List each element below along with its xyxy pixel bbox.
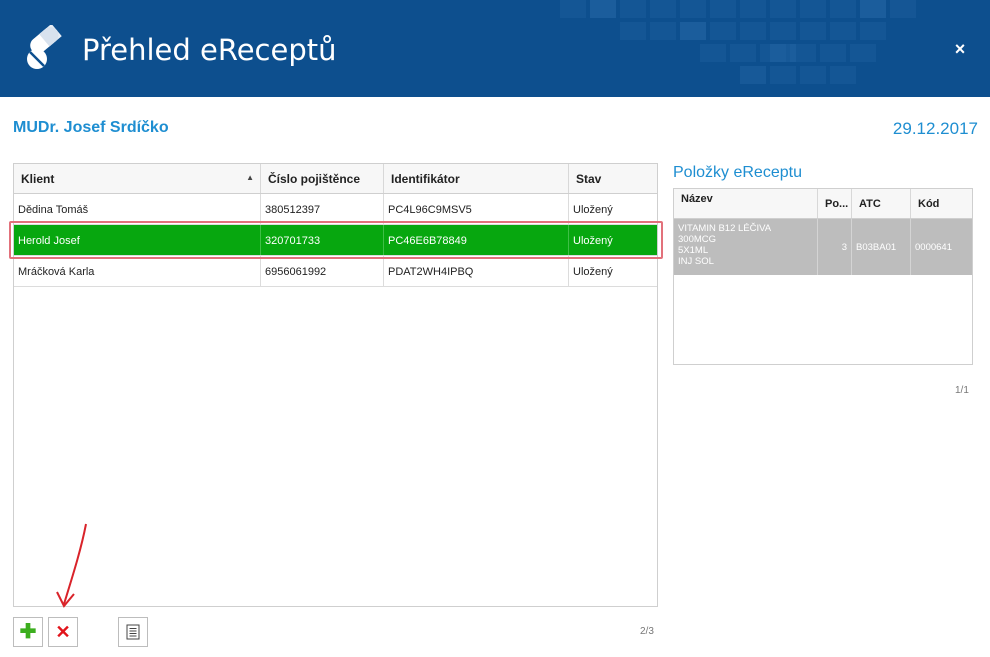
cell-status: Uložený	[573, 266, 613, 278]
column-header-identifier[interactable]: Identifikátor	[384, 164, 569, 193]
doctor-name: MUDr. Josef Srdíčko	[13, 119, 169, 136]
close-icon[interactable]: ×	[949, 38, 971, 60]
column-label: Číslo pojištěnce	[268, 172, 361, 186]
items-table-header: Název Po... ATC Kód	[674, 189, 972, 219]
document-icon	[126, 624, 140, 640]
plus-icon: ✚	[19, 621, 37, 643]
column-header-code[interactable]: Kód	[911, 189, 972, 218]
column-label: Identifikátor	[391, 172, 460, 186]
table-row-selected[interactable]: Herold Josef 320701733 PC46E6B78849 Ulož…	[14, 225, 657, 256]
drug-name-line: VITAMIN B12 LÉČIVA	[678, 223, 772, 234]
column-label: Klient	[21, 172, 55, 186]
column-header-count[interactable]: Po...	[818, 189, 852, 218]
column-header-atc[interactable]: ATC	[852, 189, 911, 218]
add-button[interactable]: ✚	[13, 617, 43, 647]
cell-insurance-no: 320701733	[261, 225, 384, 255]
drug-name-line: INJ SOL	[678, 256, 714, 267]
cell-identifier: PDAT2WH4IPBQ	[384, 256, 569, 286]
prescriptions-table: Klient ▲ Číslo pojištěnce Identifikátor …	[13, 163, 658, 607]
drug-name-line: 300MCG	[678, 234, 717, 245]
cell-count: 3	[818, 219, 852, 275]
cell-identifier: PC46E6B78849	[384, 225, 569, 255]
delete-button[interactable]: ✕	[48, 617, 78, 647]
column-header-client[interactable]: Klient ▲	[14, 164, 261, 193]
drug-name-line: 5X1ML	[678, 245, 709, 256]
dialog-title: Přehled eReceptů	[82, 33, 337, 67]
cell-drug-name: VITAMIN B12 LÉČIVA 300MCG 5X1ML INJ SOL	[674, 219, 818, 275]
sort-ascending-icon: ▲	[246, 173, 254, 182]
column-label: Stav	[576, 172, 602, 186]
items-table-row[interactable]: VITAMIN B12 LÉČIVA 300MCG 5X1ML INJ SOL …	[674, 219, 972, 275]
column-header-insurance-no[interactable]: Číslo pojištěnce	[261, 164, 384, 193]
column-header-name[interactable]: Název	[674, 189, 818, 218]
cell-atc: B03BA01	[852, 219, 911, 275]
table-pager: 2/3	[640, 626, 654, 637]
cell-client: Mráčková Karla	[14, 256, 261, 286]
cell-insurance-no: 6956061992	[261, 256, 384, 286]
dialog-header: Přehled eReceptů ×	[0, 0, 990, 97]
cell-identifier: PC4L96C9MSV5	[384, 194, 569, 224]
cell-status: Uložený	[573, 204, 613, 216]
column-header-status[interactable]: Stav	[569, 164, 657, 193]
document-button[interactable]	[118, 617, 148, 647]
table-header: Klient ▲ Číslo pojištěnce Identifikátor …	[14, 164, 657, 194]
items-pager: 1/1	[955, 385, 969, 396]
cell-code: 0000641	[915, 241, 952, 253]
table-row[interactable]: Dědina Tomáš 380512397 PC4L96C9MSV5 Ulož…	[14, 194, 657, 225]
current-date: 29.12.2017	[892, 119, 978, 138]
cell-insurance-no: 380512397	[261, 194, 384, 224]
table-row[interactable]: Mráčková Karla 6956061992 PDAT2WH4IPBQ U…	[14, 256, 657, 287]
items-panel-title: Položky eReceptu	[673, 164, 802, 181]
erecept-overview-dialog: Přehled eReceptů × MUDr. Josef Srdíčko 2…	[0, 0, 990, 657]
items-table: Název Po... ATC Kód VITAMIN B12 LÉČIVA 3…	[673, 188, 973, 365]
cell-status: Uložený	[573, 235, 613, 247]
cell-client: Dědina Tomáš	[14, 194, 261, 224]
cell-client: Herold Josef	[14, 225, 261, 255]
pills-icon	[27, 25, 62, 69]
drug-name-lines: VITAMIN B12 LÉČIVA 300MCG 5X1ML INJ SOL	[678, 223, 771, 267]
close-icon: ✕	[55, 622, 71, 642]
